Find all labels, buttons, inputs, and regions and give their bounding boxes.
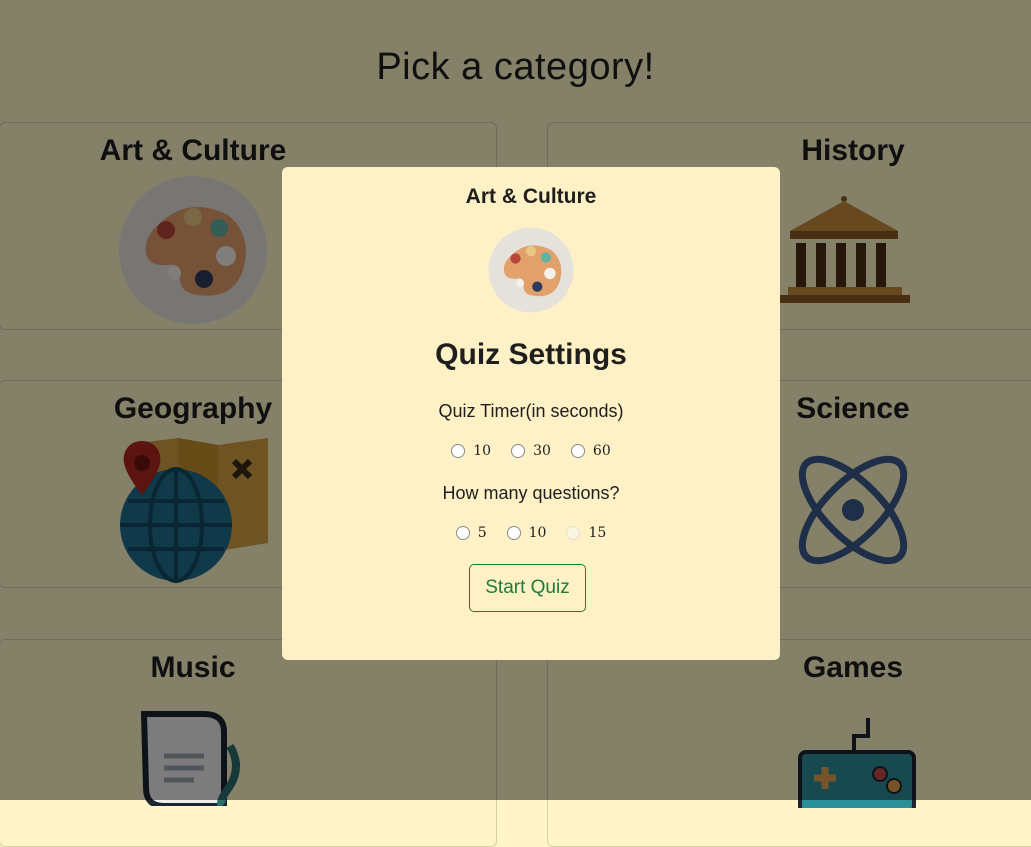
timer-label: Quiz Timer(in seconds) [438, 401, 624, 421]
question-count-options: 5 10 15 [282, 525, 780, 541]
questions-option-label: 15 [588, 525, 607, 541]
questions-option-label: 10 [528, 525, 547, 541]
timer-option-10[interactable]: 10 [451, 443, 491, 459]
radio-button[interactable] [451, 444, 466, 458]
modal-heading: Quiz Settings [435, 338, 627, 371]
questions-label: How many questions? [442, 483, 620, 503]
timer-option-label: 10 [473, 443, 492, 459]
timer-option-label: 60 [592, 443, 611, 459]
timer-option-label: 30 [533, 443, 551, 459]
timer-option-30[interactable]: 30 [511, 443, 551, 459]
timer-option-60[interactable]: 60 [570, 443, 611, 459]
modal-category-title: Art & Culture [465, 185, 597, 208]
quiz-settings-modal: Art & Culture Quiz Settings Quiz Timer(i… [282, 167, 780, 660]
radio-button[interactable] [511, 444, 526, 458]
questions-option-10[interactable]: 10 [506, 525, 547, 541]
questions-option-15[interactable]: 15 [566, 525, 606, 541]
radio-button[interactable] [506, 526, 521, 540]
radio-button[interactable] [566, 526, 581, 540]
radio-button[interactable] [570, 444, 585, 458]
palette-icon [488, 227, 574, 313]
radio-button[interactable] [455, 526, 470, 540]
questions-option-label: 5 [477, 525, 487, 541]
start-quiz-button[interactable]: Start Quiz [469, 564, 586, 612]
timer-options: 10 30 60 [282, 443, 780, 459]
questions-option-5[interactable]: 5 [455, 525, 487, 541]
